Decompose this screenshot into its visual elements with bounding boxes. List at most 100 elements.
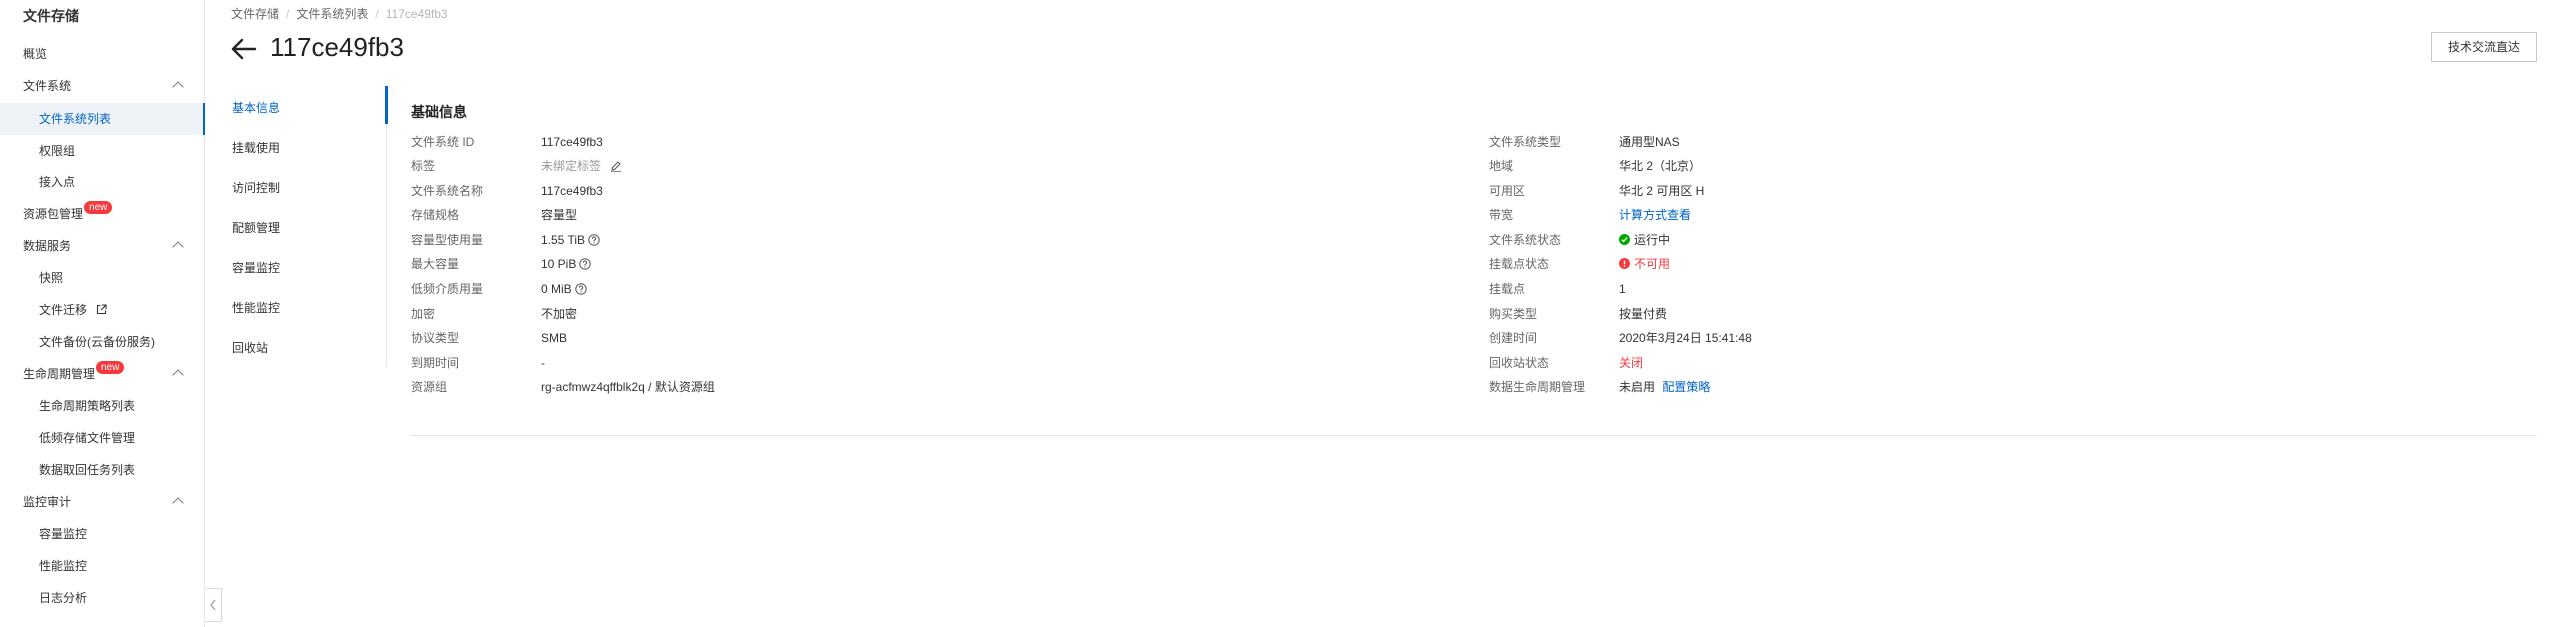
breadcrumb: 文件存储 / 文件系统列表 / 117ce49fb3 [231, 5, 448, 22]
sidebar-item-snapshot[interactable]: 快照 [0, 262, 205, 294]
info-value: 通用型NAS [1619, 135, 1680, 149]
sidebar-group-lifecycle[interactable]: 生命周期管理 new [0, 358, 205, 390]
info-value: 未启用 [1619, 380, 1656, 394]
page-title: 117ce49fb3 [270, 32, 404, 62]
sidebar-item-label: 资源包管理 [23, 207, 84, 221]
help-icon[interactable] [574, 283, 587, 295]
check-circle-icon [1619, 234, 1630, 246]
bandwidth-calc-link[interactable]: 计算方式查看 [1619, 207, 1691, 223]
tab-access-control[interactable]: 访问控制 [232, 179, 280, 196]
sidebar-item-label: 生命周期策略列表 [39, 399, 136, 413]
help-icon[interactable] [588, 234, 600, 246]
info-value: 不加密 [541, 307, 578, 321]
sidebar-item-performance-monitoring[interactable]: 性能监控 [0, 550, 205, 582]
info-key: 协议类型 [411, 331, 460, 345]
info-value: 华北 2（北京） [1619, 159, 1702, 173]
info-key: 加密 [411, 307, 436, 321]
sidebar-item-label: 性能监控 [39, 559, 88, 573]
breadcrumb-separator: / [375, 7, 379, 21]
sidebar-item-access-point[interactable]: 接入点 [0, 166, 205, 198]
sidebar-item-file-migration[interactable]: 文件迁移 [0, 294, 205, 326]
info-value: 不可用 [1634, 257, 1671, 271]
info-key: 文件系统状态 [1489, 233, 1562, 247]
tech-exchange-button[interactable]: 技术交流直达 [2431, 32, 2537, 62]
info-value: 2020年3月24日 15:41:48 [1619, 331, 1752, 345]
chevron-up-icon [172, 241, 184, 253]
info-value: 容量型 [541, 208, 578, 222]
sidebar-item-file-system-list[interactable]: 文件系统列表 [0, 103, 205, 135]
info-key: 低频介质用量 [411, 282, 484, 296]
tab-recycle-bin[interactable]: 回收站 [232, 339, 268, 356]
info-key: 文件系统类型 [1489, 135, 1562, 149]
info-value: 1.55 TiB [541, 233, 586, 247]
sidebar-item-log-analysis[interactable]: 日志分析 [0, 582, 205, 614]
info-value: 关闭 [1619, 356, 1644, 370]
sidebar-item-label: 权限组 [39, 144, 76, 158]
info-value: 117ce49fb3 [541, 184, 603, 198]
tab-mount-usage[interactable]: 挂载使用 [232, 139, 280, 156]
subnav-divider [386, 86, 387, 366]
sidebar-item-label: 文件备份(云备份服务) [39, 335, 155, 349]
info-key: 容量型使用量 [411, 233, 484, 247]
sidebar-item-label: 监控审计 [23, 495, 72, 509]
section-divider [411, 435, 2537, 436]
info-value-wrap: 未启用 配置策略 [1619, 379, 1710, 395]
sidebar-item-label: 快照 [39, 271, 64, 285]
back-arrow-icon[interactable] [231, 38, 257, 60]
info-key: 挂载点状态 [1489, 257, 1550, 271]
info-value: 0 MiB [541, 282, 572, 296]
info-value: 按量付费 [1619, 307, 1668, 321]
info-value: 1 [1619, 282, 1626, 296]
chevron-up-icon [172, 81, 184, 93]
sidebar-title: 文件存储 [23, 8, 79, 24]
info-value: rg-acfmwz4qffblk2q / 默认资源组 [541, 380, 715, 394]
sidebar-group-file-system[interactable]: 文件系统 [0, 70, 205, 102]
breadcrumb-item-current: 117ce49fb3 [385, 7, 448, 21]
sidebar-item-overview[interactable]: 概览 [0, 38, 205, 70]
info-value-wrap: 运行中 [1619, 232, 1670, 248]
info-key: 标签 [411, 159, 436, 173]
sidebar-item-ia-file-management[interactable]: 低频存储文件管理 [0, 422, 205, 454]
info-key: 存储规格 [411, 208, 460, 222]
tab-basic-info[interactable]: 基本信息 [232, 99, 280, 116]
chevron-left-icon [210, 599, 216, 611]
info-value: 10 PiB [541, 257, 577, 271]
sidebar-collapse-handle[interactable] [206, 588, 222, 622]
sidebar-item-lifecycle-policy-list[interactable]: 生命周期策略列表 [0, 390, 205, 422]
breadcrumb-item-file-storage[interactable]: 文件存储 [231, 7, 279, 21]
sidebar-item-label: 数据服务 [23, 239, 72, 253]
sidebar-item-permission-group[interactable]: 权限组 [0, 135, 205, 167]
edit-icon[interactable] [610, 160, 622, 172]
info-key: 可用区 [1489, 184, 1526, 198]
sidebar-item-label: 文件迁移 [39, 303, 88, 317]
tab-performance-monitoring[interactable]: 性能监控 [232, 299, 280, 316]
info-value-wrap: 0 MiB [541, 281, 587, 297]
info-value-wrap: 10 PiB [541, 256, 592, 272]
info-key: 创建时间 [1489, 331, 1538, 345]
help-icon[interactable] [579, 258, 592, 270]
info-key: 文件系统名称 [411, 184, 484, 198]
info-value-wrap: 未绑定标签 [541, 158, 622, 174]
info-key: 回收站状态 [1489, 356, 1550, 370]
sidebar-item-label: 概览 [23, 47, 48, 61]
sidebar-item-resource-package[interactable]: 资源包管理 new [0, 198, 205, 230]
sidebar-item-capacity-monitoring[interactable]: 容量监控 [0, 518, 205, 550]
info-key: 文件系统 ID [411, 135, 475, 149]
tab-capacity-monitoring[interactable]: 容量监控 [232, 259, 280, 276]
info-key: 数据生命周期管理 [1489, 380, 1586, 394]
sidebar-group-data-service[interactable]: 数据服务 [0, 230, 205, 262]
sidebar-item-label: 容量监控 [39, 527, 88, 541]
breadcrumb-item-file-system-list[interactable]: 文件系统列表 [296, 7, 368, 21]
sidebar-item-file-backup[interactable]: 文件备份(云备份服务) [0, 326, 205, 358]
section-title: 基础信息 [411, 104, 467, 120]
info-key: 挂载点 [1489, 282, 1526, 296]
external-link-icon [97, 304, 107, 314]
sidebar-group-monitoring-audit[interactable]: 监控审计 [0, 486, 205, 518]
configure-policy-link[interactable]: 配置策略 [1662, 380, 1710, 394]
new-badge: new [96, 361, 125, 374]
sidebar-item-data-retrieval-tasks[interactable]: 数据取回任务列表 [0, 454, 205, 486]
chevron-up-icon [172, 369, 184, 381]
info-value: 运行中 [1634, 233, 1671, 247]
tab-quota-management[interactable]: 配额管理 [232, 219, 280, 236]
sidebar-item-label: 接入点 [39, 175, 76, 189]
